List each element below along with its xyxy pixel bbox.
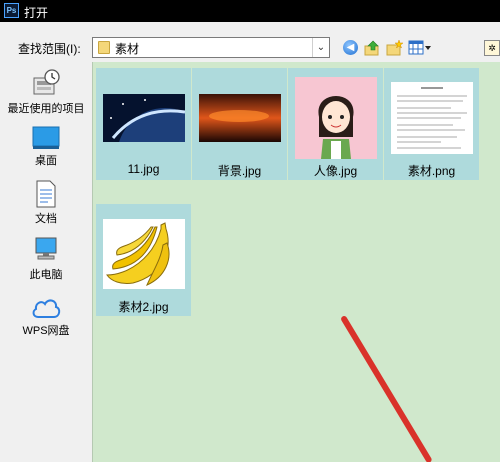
text-document-image (390, 81, 473, 154)
file-item[interactable]: 11.jpg (96, 68, 191, 180)
space-planet-image (102, 93, 185, 142)
desktop-icon (32, 126, 60, 149)
place-wps-cloud[interactable]: WPS网盘 (0, 296, 92, 338)
file-thumbnail (293, 75, 378, 160)
place-desktop[interactable]: 桌面 (0, 126, 92, 168)
place-label: 最近使用的项目 (7, 103, 85, 115)
this-pc-icon (35, 237, 57, 260)
dialog-toolbar: 查找范围(I): 素材 ⌄ ◀ (0, 22, 500, 62)
folder-icon (98, 41, 110, 54)
look-in-dropdown[interactable]: 素材 ⌄ (92, 37, 330, 58)
file-name: 素材2.jpg (118, 300, 169, 314)
photoshop-logo-icon: Ps (4, 3, 19, 18)
recent-items-icon (33, 69, 60, 95)
look-in-label: 查找范围(I): (18, 42, 81, 56)
place-label: 桌面 (35, 155, 57, 167)
file-item[interactable]: 素材2.jpg (96, 204, 191, 316)
cartoon-girl-image (294, 76, 377, 159)
file-item[interactable]: 背景.jpg (192, 68, 287, 180)
place-label: 文档 (35, 213, 57, 225)
file-thumbnail (197, 75, 282, 160)
place-documents[interactable]: 文档 (0, 180, 92, 226)
chevron-down-icon[interactable]: ⌄ (312, 38, 329, 57)
file-list-pane[interactable]: 11.jpg 背景.jpg 人像.jpg 素材.png 素材2.jpg (92, 62, 500, 462)
places-bar: 最近使用的项目 桌面 文档 此电脑 WPS网盘 (0, 62, 92, 462)
file-name: 背景.jpg (217, 164, 262, 178)
view-menu-icon[interactable] (408, 40, 432, 56)
back-arrow-icon: ◀ (346, 42, 355, 53)
sunset-sky-image (198, 93, 281, 142)
place-recent-items[interactable]: 最近使用的项目 (0, 68, 92, 116)
look-in-value: 素材 (115, 42, 140, 56)
back-button[interactable]: ◀ (343, 40, 358, 55)
up-one-level-icon[interactable] (364, 40, 381, 56)
edge-tool-icon[interactable]: ✲ (484, 40, 500, 56)
documents-icon (36, 180, 56, 208)
new-folder-icon[interactable] (386, 40, 403, 56)
file-thumbnail (101, 75, 186, 160)
title-bar: Ps 打开 (0, 0, 500, 22)
wps-cloud-icon (32, 299, 61, 318)
place-this-pc[interactable]: 此电脑 (0, 236, 92, 282)
file-name: 11.jpg (127, 162, 160, 176)
file-thumbnail (101, 211, 186, 296)
window-title: 打开 (24, 6, 49, 20)
file-item[interactable]: 素材.png (384, 68, 479, 180)
file-name: 人像.jpg (313, 164, 358, 178)
file-item[interactable]: 人像.jpg (288, 68, 383, 180)
file-thumbnail (389, 75, 474, 160)
place-label: WPS网盘 (22, 325, 70, 337)
bananas-image (102, 218, 185, 289)
place-label: 此电脑 (29, 269, 63, 281)
file-name: 素材.png (407, 164, 456, 178)
